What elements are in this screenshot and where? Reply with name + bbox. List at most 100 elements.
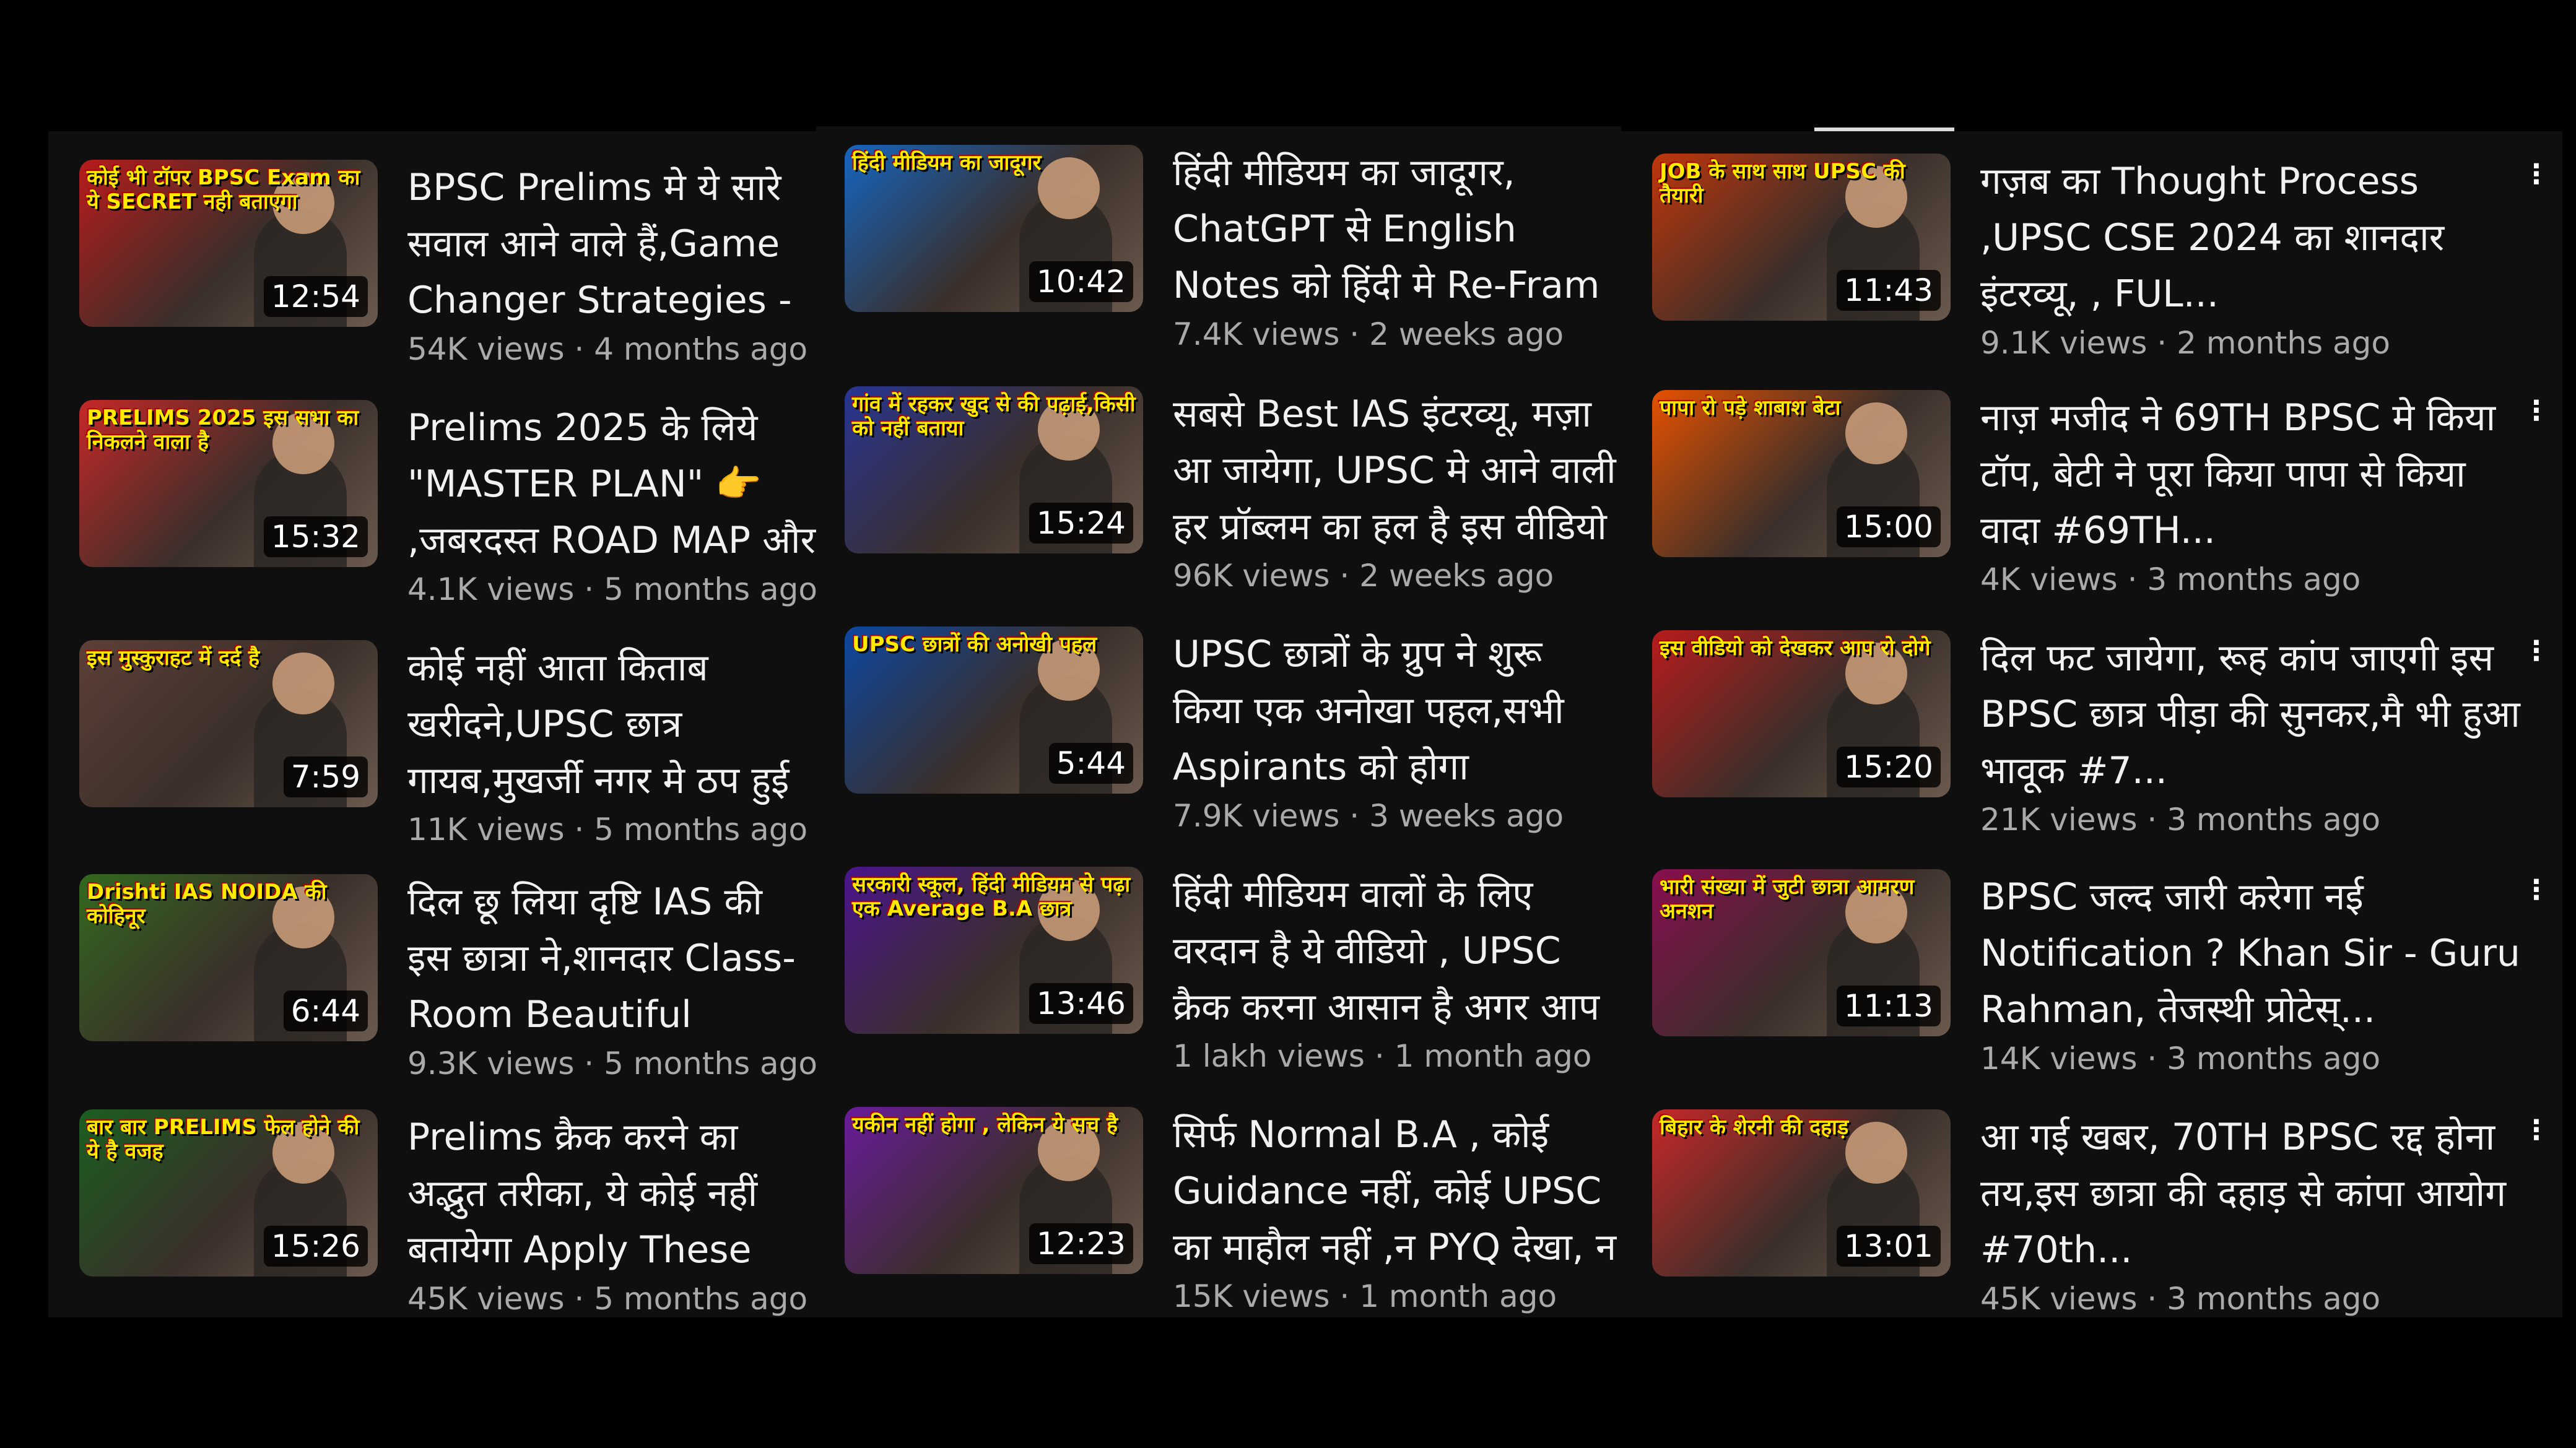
video-stats: 4.1K views · 5 months ago: [407, 569, 816, 610]
video-thumbnail[interactable]: कोई भी टॉपर BPSC Exam का ये SECRET नही ब…: [79, 160, 378, 327]
video-title[interactable]: UPSC छात्रों के ग्रुप ने शुरू किया एक अन…: [1173, 626, 1621, 796]
video-item[interactable]: PRELIMS 2025 इस सभा का निकलने वाला है 15…: [79, 400, 816, 607]
video-title[interactable]: Prelims 2025 के लिये "MASTER PLAN" 👉 ,जब…: [407, 400, 816, 569]
stats-separator: ·: [2137, 1041, 2167, 1077]
video-stats: 7.9K views · 3 weeks ago: [1173, 796, 1621, 836]
video-title[interactable]: सिर्फ Normal B.A , कोई Guidance नहीं, को…: [1173, 1107, 1621, 1276]
video-item[interactable]: JOB के साथ साथ UPSC की तैयारी 11:43 गज़ब…: [1652, 154, 2562, 361]
video-stats: 21K views · 3 months ago: [1980, 799, 2525, 840]
video-title[interactable]: कोई नहीं आता किताब खरीदने,UPSC छात्र गाय…: [407, 640, 816, 809]
upload-age: 1 month ago: [1394, 1038, 1592, 1074]
video-item[interactable]: यकीन नहीं होगा , लेकिन ये सच है 12:23 सि…: [845, 1107, 1621, 1314]
video-duration: 11:43: [1836, 270, 1941, 311]
video-title[interactable]: हिंदी मीडियम वालों के लिए वरदान है ये वी…: [1173, 867, 1621, 1036]
more-options-icon[interactable]: ⋮: [2523, 1117, 2550, 1144]
stats-separator: ·: [2147, 325, 2177, 361]
video-duration: 12:23: [1029, 1223, 1133, 1264]
stats-separator: ·: [1329, 558, 1360, 594]
thumbnail-caption: PRELIMS 2025 इस सभा का निकलने वाला है: [87, 405, 359, 455]
video-duration: 12:54: [263, 276, 368, 317]
video-item[interactable]: Drishti IAS NOIDA की कोहिनूर 6:44 दिल छू…: [79, 874, 816, 1082]
video-duration: 15:24: [1029, 503, 1133, 544]
view-count: 9.3K views: [407, 1046, 575, 1082]
video-item[interactable]: हिंदी मीडियम का जादूगर 10:42 हिंदी मीडिय…: [845, 145, 1621, 352]
video-meta: दिल छू लिया दृष्टि IAS की इस छात्रा ने,श…: [407, 874, 816, 1084]
thumbnail-caption: हिंदी मीडियम का जादूगर: [852, 150, 1042, 175]
video-thumbnail[interactable]: बिहार के शेरनी की दहाड़ 13:01: [1652, 1109, 1951, 1277]
video-meta: नाज़ मजीद ने 69TH BPSC मे किया टॉप, बेटी…: [1980, 390, 2525, 600]
video-item[interactable]: सरकारी स्कूल, हिंदी मीडियम से पढ़ा एक Av…: [845, 867, 1621, 1074]
thumbnail-caption: UPSC छात्रों की अनोखी पहल: [852, 632, 1097, 657]
video-thumbnail[interactable]: पापा रो पड़े शाबाश बेटा 15:00: [1652, 390, 1951, 557]
video-stats: 54K views · 4 months ago: [407, 329, 816, 370]
video-item[interactable]: गांव में रहकर खुद से की पढ़ाई,किसी को नह…: [845, 386, 1621, 594]
video-thumbnail[interactable]: यकीन नहीं होगा , लेकिन ये सच है 12:23: [845, 1107, 1143, 1274]
thumbnail-caption: कोई भी टॉपर BPSC Exam का ये SECRET नही ब…: [87, 165, 360, 215]
video-item[interactable]: UPSC छात्रों की अनोखी पहल 5:44 UPSC छात्…: [845, 626, 1621, 834]
video-thumbnail[interactable]: भारी संख्या में जुटी छात्रा आमरण अनशन 11…: [1652, 869, 1951, 1036]
video-stats: 7.4K views · 2 weeks ago: [1173, 314, 1621, 355]
video-item[interactable]: कोई भी टॉपर BPSC Exam का ये SECRET नही ब…: [79, 160, 816, 367]
view-count: 45K views: [1980, 1281, 2138, 1317]
thumbnail-caption: बार बार PRELIMS फेल होने की ये है वजह: [87, 1115, 360, 1164]
view-count: 11K views: [407, 812, 565, 848]
video-meta: BPSC जल्द जारी करेगा नई Notification ? K…: [1980, 869, 2525, 1079]
video-item[interactable]: बार बार PRELIMS फेल होने की ये है वजह 15…: [79, 1109, 816, 1317]
video-title[interactable]: BPSC Prelims मे ये सारे सवाल आने वाले है…: [407, 160, 816, 329]
view-count: 7.9K views: [1173, 798, 1340, 834]
video-meta: Prelims क्रैक करने का अद्भुत तरीका, ये क…: [407, 1109, 816, 1317]
video-thumbnail[interactable]: बार बार PRELIMS फेल होने की ये है वजह 15…: [79, 1109, 378, 1277]
more-options-icon[interactable]: ⋮: [2523, 638, 2550, 665]
video-meta: गज़ब का Thought Process ,UPSC CSE 2024 क…: [1980, 154, 2525, 363]
more-options-icon[interactable]: ⋮: [2523, 397, 2550, 425]
video-thumbnail[interactable]: इस मुस्कुराहट में दर्द है 7:59: [79, 640, 378, 807]
view-count: 21K views: [1980, 802, 2138, 838]
video-thumbnail[interactable]: सरकारी स्कूल, हिंदी मीडियम से पढ़ा एक Av…: [845, 867, 1143, 1034]
more-options-icon[interactable]: ⋮: [2523, 161, 2550, 188]
video-duration: 15:26: [263, 1226, 368, 1267]
video-thumbnail[interactable]: UPSC छात्रों की अनोखी पहल 5:44: [845, 626, 1143, 794]
video-column-2: हिंदी मीडियम का जादूगर 10:42 हिंदी मीडिय…: [816, 126, 1621, 1317]
thumbnail-caption: सरकारी स्कूल, हिंदी मीडियम से पढ़ा एक Av…: [852, 872, 1131, 922]
video-title[interactable]: दिल फट जायेगा, रूह कांप जाएगी इस BPSC छा…: [1980, 630, 2525, 799]
video-meta: Prelims 2025 के लिये "MASTER PLAN" 👉 ,जब…: [407, 400, 816, 610]
video-duration: 7:59: [283, 757, 368, 797]
thumbnail-caption: पापा रो पड़े शाबाश बेटा: [1660, 396, 1841, 420]
video-meta: आ गई खबर, 70TH BPSC रद्द होना तय,इस छात्…: [1980, 1109, 2525, 1317]
video-item[interactable]: इस मुस्कुराहट में दर्द है 7:59 कोई नहीं …: [79, 640, 816, 848]
video-title[interactable]: हिंदी मीडियम का जादूगर, ChatGPT से Engli…: [1173, 145, 1621, 314]
upload-age: 5 months ago: [604, 1046, 816, 1082]
stats-separator: ·: [564, 331, 594, 367]
video-title[interactable]: नाज़ मजीद ने 69TH BPSC मे किया टॉप, बेटी…: [1980, 390, 2525, 559]
video-title[interactable]: Prelims क्रैक करने का अद्भुत तरीका, ये क…: [407, 1109, 816, 1278]
video-title[interactable]: सबसे Best IAS इंटरव्यू, मज़ा आ जायेगा, U…: [1173, 386, 1621, 555]
video-item[interactable]: भारी संख्या में जुटी छात्रा आमरण अनशन 11…: [1652, 869, 2562, 1077]
more-options-icon[interactable]: ⋮: [2523, 877, 2550, 904]
video-duration: 13:46: [1029, 983, 1133, 1024]
upload-age: 5 months ago: [594, 812, 808, 848]
video-column-3: JOB के साथ साथ UPSC की तैयारी 11:43 गज़ब…: [1621, 131, 2562, 1317]
video-thumbnail[interactable]: JOB के साथ साथ UPSC की तैयारी 11:43: [1652, 154, 1951, 321]
video-meta: हिंदी मीडियम वालों के लिए वरदान है ये वी…: [1173, 867, 1621, 1077]
video-thumbnail[interactable]: PRELIMS 2025 इस सभा का निकलने वाला है 15…: [79, 400, 378, 567]
video-duration: 10:42: [1029, 261, 1133, 302]
stats-separator: ·: [1364, 1038, 1395, 1074]
video-stats: 11K views · 5 months ago: [407, 809, 816, 850]
video-title[interactable]: आ गई खबर, 70TH BPSC रद्द होना तय,इस छात्…: [1980, 1109, 2525, 1278]
video-item[interactable]: इस वीडियो को देखकर आप रो दोगे 15:20 दिल …: [1652, 630, 2562, 838]
upload-age: 5 months ago: [594, 1281, 808, 1317]
video-item[interactable]: बिहार के शेरनी की दहाड़ 13:01 आ गई खबर, …: [1652, 1109, 2562, 1317]
video-title[interactable]: BPSC जल्द जारी करेगा नई Notification ? K…: [1980, 869, 2525, 1038]
video-title[interactable]: गज़ब का Thought Process ,UPSC CSE 2024 क…: [1980, 154, 2525, 323]
video-thumbnail[interactable]: Drishti IAS NOIDA की कोहिनूर 6:44: [79, 874, 378, 1041]
upload-age: 2 weeks ago: [1369, 316, 1564, 352]
view-count: 1 lakh views: [1173, 1038, 1365, 1074]
thumbnail-caption: भारी संख्या में जुटी छात्रा आमरण अनशन: [1660, 875, 1915, 924]
video-thumbnail[interactable]: हिंदी मीडियम का जादूगर 10:42: [845, 145, 1143, 312]
video-title[interactable]: दिल छू लिया दृष्टि IAS की इस छात्रा ने,श…: [407, 874, 816, 1043]
video-item[interactable]: पापा रो पड़े शाबाश बेटा 15:00 नाज़ मजीद …: [1652, 390, 2562, 597]
video-thumbnail[interactable]: इस वीडियो को देखकर आप रो दोगे 15:20: [1652, 630, 1951, 797]
view-count: 54K views: [407, 331, 565, 367]
video-stats: 14K views · 3 months ago: [1980, 1038, 2525, 1079]
video-thumbnail[interactable]: गांव में रहकर खुद से की पढ़ाई,किसी को नह…: [845, 386, 1143, 553]
